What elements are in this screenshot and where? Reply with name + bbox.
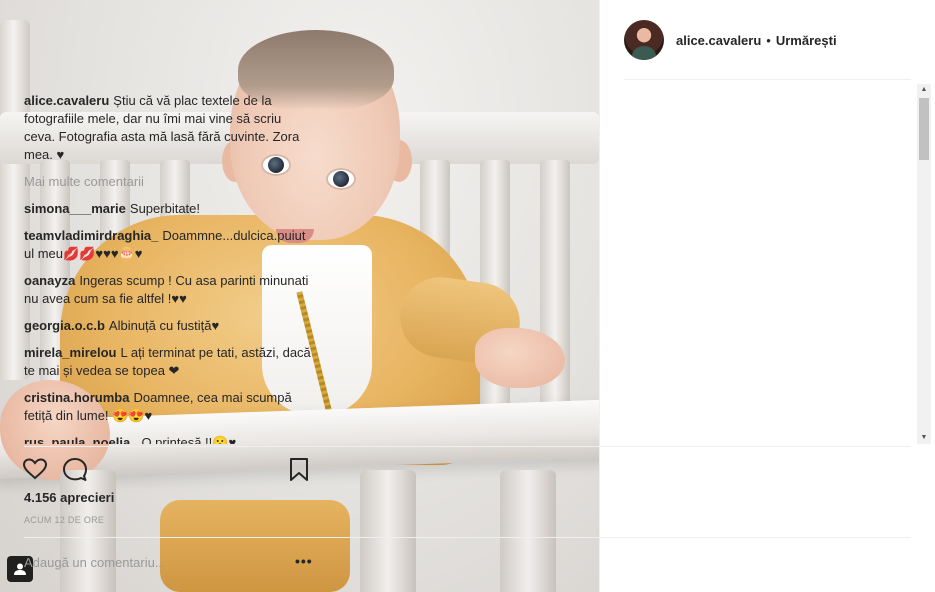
- crib-slat: [360, 470, 416, 592]
- baby-legs: [160, 500, 350, 592]
- add-comment-input[interactable]: Adaugă un comentariu...: [24, 555, 166, 570]
- author-username[interactable]: alice.cavaleru: [676, 33, 761, 48]
- comment-username[interactable]: rus_paula_noelia_: [24, 435, 137, 444]
- comment-item: oanayza Ingeras scump ! Cu asa parinti mi…: [24, 272, 312, 308]
- load-more-comments-link[interactable]: Mai multe comentarii: [24, 173, 312, 191]
- likes-count[interactable]: 4.156 aprecieri: [24, 490, 114, 505]
- divider: [24, 446, 911, 447]
- comment-username[interactable]: mirela_mirelou: [24, 345, 117, 360]
- comments-scrollbar[interactable]: ▲ ▼: [917, 84, 931, 444]
- scrollbar-thumb[interactable]: [919, 98, 929, 160]
- post-details-panel: alice.cavaleru • Urmărești: [599, 0, 935, 592]
- crib-slat: [500, 470, 556, 592]
- comment-item: georgia.o.c.b Albinuță cu fustiță♥: [24, 317, 312, 335]
- post-header: alice.cavaleru • Urmărești: [600, 0, 935, 80]
- comment-item: teamvladimirdraghia_ Doammne...dulcica.pu…: [24, 227, 312, 263]
- post-caption: alice.cavaleru Știu că vă plac textele de…: [24, 92, 312, 164]
- comment-item: simona___marie Superbitate!: [24, 200, 312, 218]
- more-options-button[interactable]: •••: [295, 553, 313, 569]
- comment-item: rus_paula_noelia_ O prințesă !!😮♥: [24, 434, 312, 444]
- comment-icon[interactable]: [62, 456, 88, 482]
- comment-item: mirela_mirelou L ați terminat pe tati, as…: [24, 344, 312, 380]
- follow-status-button[interactable]: Urmărești: [776, 33, 837, 48]
- separator-dot: •: [766, 32, 771, 48]
- divider: [624, 79, 911, 80]
- comment-username[interactable]: cristina.horumba: [24, 390, 129, 405]
- comment-text: O prințesă !!😮♥: [141, 435, 237, 444]
- comment-username[interactable]: oanayza: [24, 273, 75, 288]
- comment-text: Albinuță cu fustiță♥: [108, 318, 220, 333]
- post-actions: [20, 454, 316, 482]
- comment-item: cristina.horumba Doamnee, cea mai scumpă …: [24, 389, 312, 425]
- scroll-up-arrow-icon[interactable]: ▲: [917, 84, 931, 96]
- heart-icon[interactable]: [22, 456, 48, 482]
- bookmark-icon[interactable]: [286, 456, 312, 482]
- comment-username[interactable]: teamvladimirdraghia_: [24, 228, 158, 243]
- post-timestamp[interactable]: ACUM 12 DE ORE: [24, 515, 104, 525]
- scroll-down-arrow-icon[interactable]: ▼: [917, 432, 931, 444]
- avatar[interactable]: [624, 20, 664, 60]
- divider: [24, 537, 911, 538]
- comments-list: alice.cavaleru Știu că vă plac textele de…: [24, 92, 312, 444]
- caption-username[interactable]: alice.cavaleru: [24, 93, 109, 108]
- comment-username[interactable]: georgia.o.c.b: [24, 318, 105, 333]
- comment-text: Superbitate!: [129, 201, 201, 216]
- crib-slat: [60, 470, 116, 592]
- comment-username[interactable]: simona___marie: [24, 201, 126, 216]
- baby-eye: [326, 168, 356, 190]
